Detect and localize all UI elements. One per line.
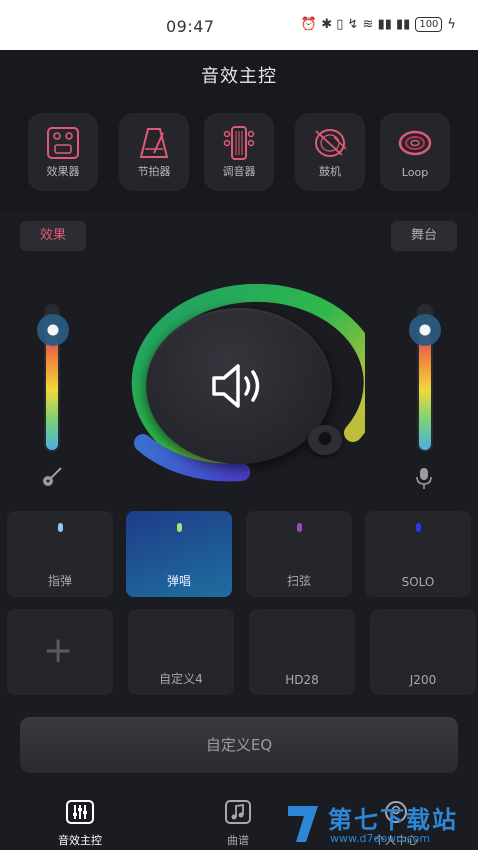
preset-strumming[interactable]: 扫弦 [246,511,352,597]
tool-label: 节拍器 [137,165,171,178]
preset-fingerstyle[interactable]: 指弹 [7,511,113,597]
preset-label: J200 [409,673,437,687]
preset-label: 扫弦 [286,574,311,588]
microphone-icon [416,468,432,489]
tool-tuner[interactable]: 调音器 [204,113,274,191]
preset-hd28[interactable]: HD28 [249,609,355,695]
status-time: 09:47 [166,17,215,36]
preset-label: 指弹 [47,574,72,588]
dial-handle[interactable] [308,425,342,455]
mode-effects-button[interactable]: 效果 [20,221,86,251]
tool-label: 调音器 [222,165,256,178]
nav-sheet-music[interactable]: 曲谱 [198,800,278,848]
preset-indicator-dot [177,523,182,532]
tool-label: 效果器 [46,165,80,178]
watermark-url: www.d7down.com [330,832,431,845]
battery-icon: 100 [415,17,443,32]
preset-custom4[interactable]: 自定义4 [128,609,234,695]
tool-drum[interactable]: 鼓机 [295,113,365,191]
right-slider-fill [419,330,431,450]
tool-metronome[interactable]: 节拍器 [119,113,189,191]
music-note-icon [225,800,251,824]
add-preset-button[interactable]: + [7,609,113,695]
preset-label: 弹唱 [166,574,191,588]
page-title: 音效主控 [201,66,277,87]
plus-icon: + [43,630,74,671]
guitar-icon [43,467,62,486]
tool-loop[interactable]: Loop [380,113,450,191]
status-bar: 09:47 ⏰ ✱ ▯ ↯ ≋ ▮▮ ▮▮ 100 ϟ [0,0,478,50]
speaker-icon [212,364,260,408]
tool-label: Loop [401,166,429,179]
effects-pedal-icon [47,127,79,159]
preset-solo[interactable]: SOLO [365,511,471,597]
tool-label: 鼓机 [319,165,341,178]
preset-indicator-dot [416,523,421,532]
preset-label: HD28 [285,673,319,687]
status-icons: ⏰ ✱ ▯ ↯ ≋ ▮▮ ▮▮ 100 ϟ [301,17,456,32]
left-slider-knob[interactable] [37,314,69,346]
tool-effects[interactable]: 效果器 [28,113,98,191]
nav-sound-control[interactable]: 音效主控 [40,800,120,848]
watermark-brand: 第七下载站 [328,806,458,834]
preset-indicator-dot [58,523,63,532]
right-slider-knob[interactable] [409,314,441,346]
preset-label: SOLO [401,575,435,589]
preset-label: 自定义4 [159,672,203,686]
metronome-icon [139,128,169,158]
mixer-icon [66,800,94,824]
preset-sing-along[interactable]: 弹唱 [126,511,232,597]
nav-label: 曲谱 [227,834,249,847]
charging-icon: ϟ [447,17,456,32]
left-slider-fill [46,330,58,450]
custom-eq-button[interactable]: 自定义EQ [20,717,458,773]
nav-label: 音效主控 [58,834,102,847]
tuner-icon [223,126,255,160]
watermark-logo [288,806,318,842]
main-sound-button[interactable] [146,308,332,464]
drum-icon [315,129,347,157]
watermark: 第七下载站 www.d7down.com [282,798,478,850]
preset-j200[interactable]: J200 [370,609,476,695]
status-indicators: ⏰ ✱ ▯ ↯ ≋ ▮▮ ▮▮ [300,17,411,32]
preset-indicator-dot [297,523,302,532]
loop-icon [398,130,432,156]
mode-stage-button[interactable]: 舞台 [391,221,457,251]
